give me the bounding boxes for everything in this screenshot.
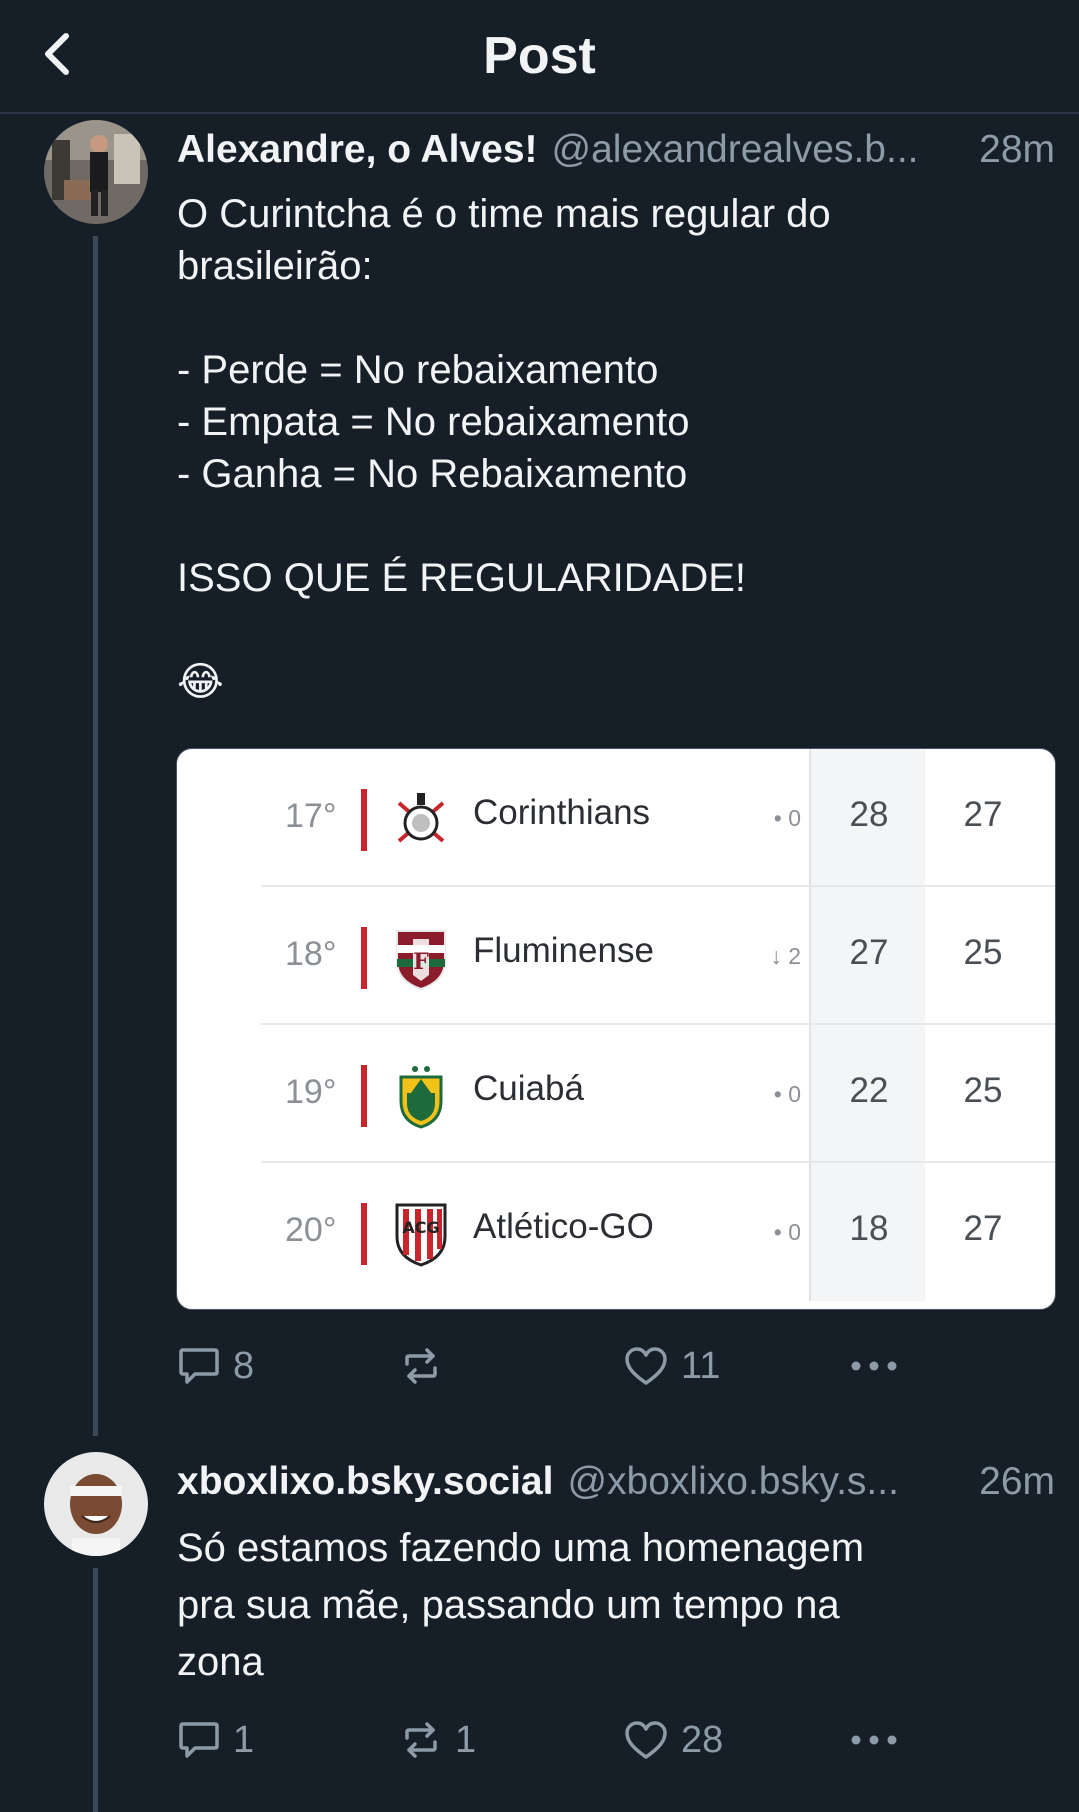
cuiaba-crest-icon [399,1066,443,1129]
reply-button[interactable]: 1 [177,1710,254,1770]
points: 18 [849,1209,889,1248]
post-text: Só estamos fazendo uma homenagem pra sua… [177,1526,865,1684]
author-name[interactable]: xboxlixo.bsky.social [177,1460,553,1504]
post-text: O Curintcha é o time mais regular do bra… [177,192,831,704]
post[interactable]: Alexandre, o Alves! @alexandrealves.b...… [0,0,1079,1436]
repost-icon [405,1348,437,1384]
post-actions: 8 11 [177,1336,1057,1396]
position-change: • 0 [773,1081,801,1107]
reply-count: 8 [233,1344,255,1387]
author-handle[interactable]: @alexandrealves.b... [552,128,964,172]
avatar[interactable] [44,1452,148,1556]
svg-text:ACG: ACG [402,1218,439,1237]
post-header: Alexandre, o Alves! @alexandrealves.b...… [177,128,1055,178]
post-actions: 1 1 28 [177,1710,1057,1770]
position: 19° [285,1073,337,1111]
repost-icon [405,1722,437,1758]
relegation-marker [361,789,367,851]
standings-row: 20° ACG Atlético-GO • 0 18 27 [177,1163,1055,1301]
team-name: Fluminense [473,931,654,970]
position: 17° [285,797,337,835]
standings-row: 18° F Fluminense ↓ 2 27 25 [177,887,1055,1025]
more-dots-icon [851,1361,897,1371]
thread-line [93,236,98,1436]
position-change: • 0 [773,1219,801,1245]
atletico-go-crest-icon: ACG [395,1203,447,1267]
games: 25 [963,933,1003,972]
thread-line [93,1568,98,1812]
position: 20° [285,1211,337,1249]
games: 27 [963,1209,1003,1248]
author-handle[interactable]: @xboxlixo.bsky.s... [567,1460,963,1504]
embedded-image[interactable]: 17° Corinthians • 0 28 27 18° F Fluminen… [176,748,1056,1310]
reply-count: 1 [233,1718,255,1761]
like-button[interactable]: 11 [623,1336,720,1396]
team-name: Cuiabá [473,1069,584,1108]
position: 18° [285,935,337,973]
like-count: 11 [681,1344,721,1387]
like-count: 28 [681,1718,724,1761]
avatar[interactable] [44,120,148,224]
heart-icon [625,1721,667,1759]
position-change: • 0 [773,805,801,831]
standings-row: 19° Cuiabá • 0 22 25 [177,1025,1055,1163]
relegation-marker [361,927,367,989]
reply-post[interactable]: xboxlixo.bsky.social @xboxlixo.bsky.s...… [0,1420,1079,1812]
like-button[interactable]: 28 [623,1710,723,1770]
more-options-button[interactable] [849,1710,899,1770]
relegation-marker [361,1203,367,1265]
comment-icon [179,1722,219,1758]
repost-button[interactable]: 1 [399,1710,476,1770]
relegation-marker [361,1065,367,1127]
reply-button[interactable]: 8 [177,1336,254,1396]
position-change: ↓ 2 [770,943,801,969]
games: 27 [963,795,1003,834]
corinthians-crest-icon [397,793,445,843]
standings-row: 17° Corinthians • 0 28 27 [177,749,1055,887]
post-time[interactable]: 26m [979,1460,1055,1504]
team-name: Atlético-GO [473,1207,654,1246]
team-name: Corinthians [473,793,651,832]
repost-button[interactable] [399,1336,455,1396]
more-options-button[interactable] [849,1336,899,1396]
repost-count: 1 [455,1718,477,1761]
author-name[interactable]: Alexandre, o Alves! [177,128,538,172]
svg-text:F: F [413,949,429,975]
points: 22 [849,1071,889,1110]
games: 25 [963,1071,1003,1110]
post-time[interactable]: 28m [979,128,1055,172]
more-dots-icon [851,1735,897,1745]
fluminense-crest-icon: F [396,930,446,991]
points: 28 [849,795,889,834]
points: 27 [849,933,889,972]
heart-icon [625,1347,667,1385]
post-header: xboxlixo.bsky.social @xboxlixo.bsky.s...… [177,1460,1055,1510]
comment-icon [179,1348,219,1384]
